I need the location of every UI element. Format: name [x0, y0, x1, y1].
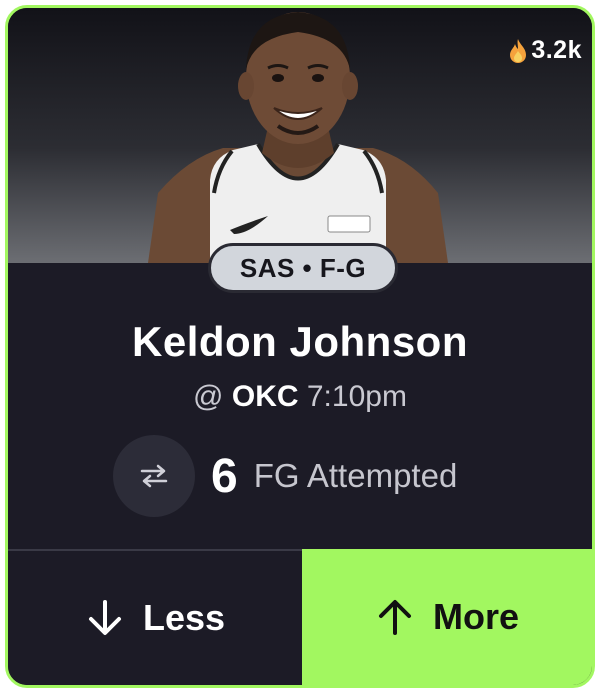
- team-position-badge: SAS • F-G: [208, 243, 398, 293]
- stat-line: 6 FG Attempted: [113, 435, 457, 517]
- less-button[interactable]: Less: [8, 551, 302, 685]
- matchup-prefix: @: [193, 380, 224, 413]
- game-time: 7:10pm: [306, 380, 407, 413]
- stat-value: 6: [211, 449, 238, 503]
- more-button[interactable]: More: [302, 549, 592, 685]
- arrow-up-icon: [378, 600, 411, 635]
- pick-card: 3.2k SAS • F-G Keldon Johnson @ OKC 7:10…: [5, 5, 595, 688]
- flame-icon: [510, 38, 527, 63]
- player-photo-area: 3.2k: [8, 8, 592, 263]
- arrow-down-icon: [88, 600, 121, 635]
- swap-arrows-icon: [140, 464, 168, 488]
- player-photo: [148, 12, 448, 263]
- stat-label: FG Attempted: [253, 457, 458, 494]
- popularity-count: 3.2k: [531, 36, 582, 64]
- popularity-indicator: 3.2k: [508, 36, 582, 65]
- more-button-label: More: [432, 596, 519, 637]
- game-matchup: @ OKC 7:10pm: [8, 380, 592, 414]
- less-button-label: Less: [142, 597, 226, 638]
- opponent-team: OKC: [231, 380, 299, 413]
- swap-stat-button[interactable]: [113, 435, 195, 517]
- player-name: Keldon Johnson: [132, 318, 468, 365]
